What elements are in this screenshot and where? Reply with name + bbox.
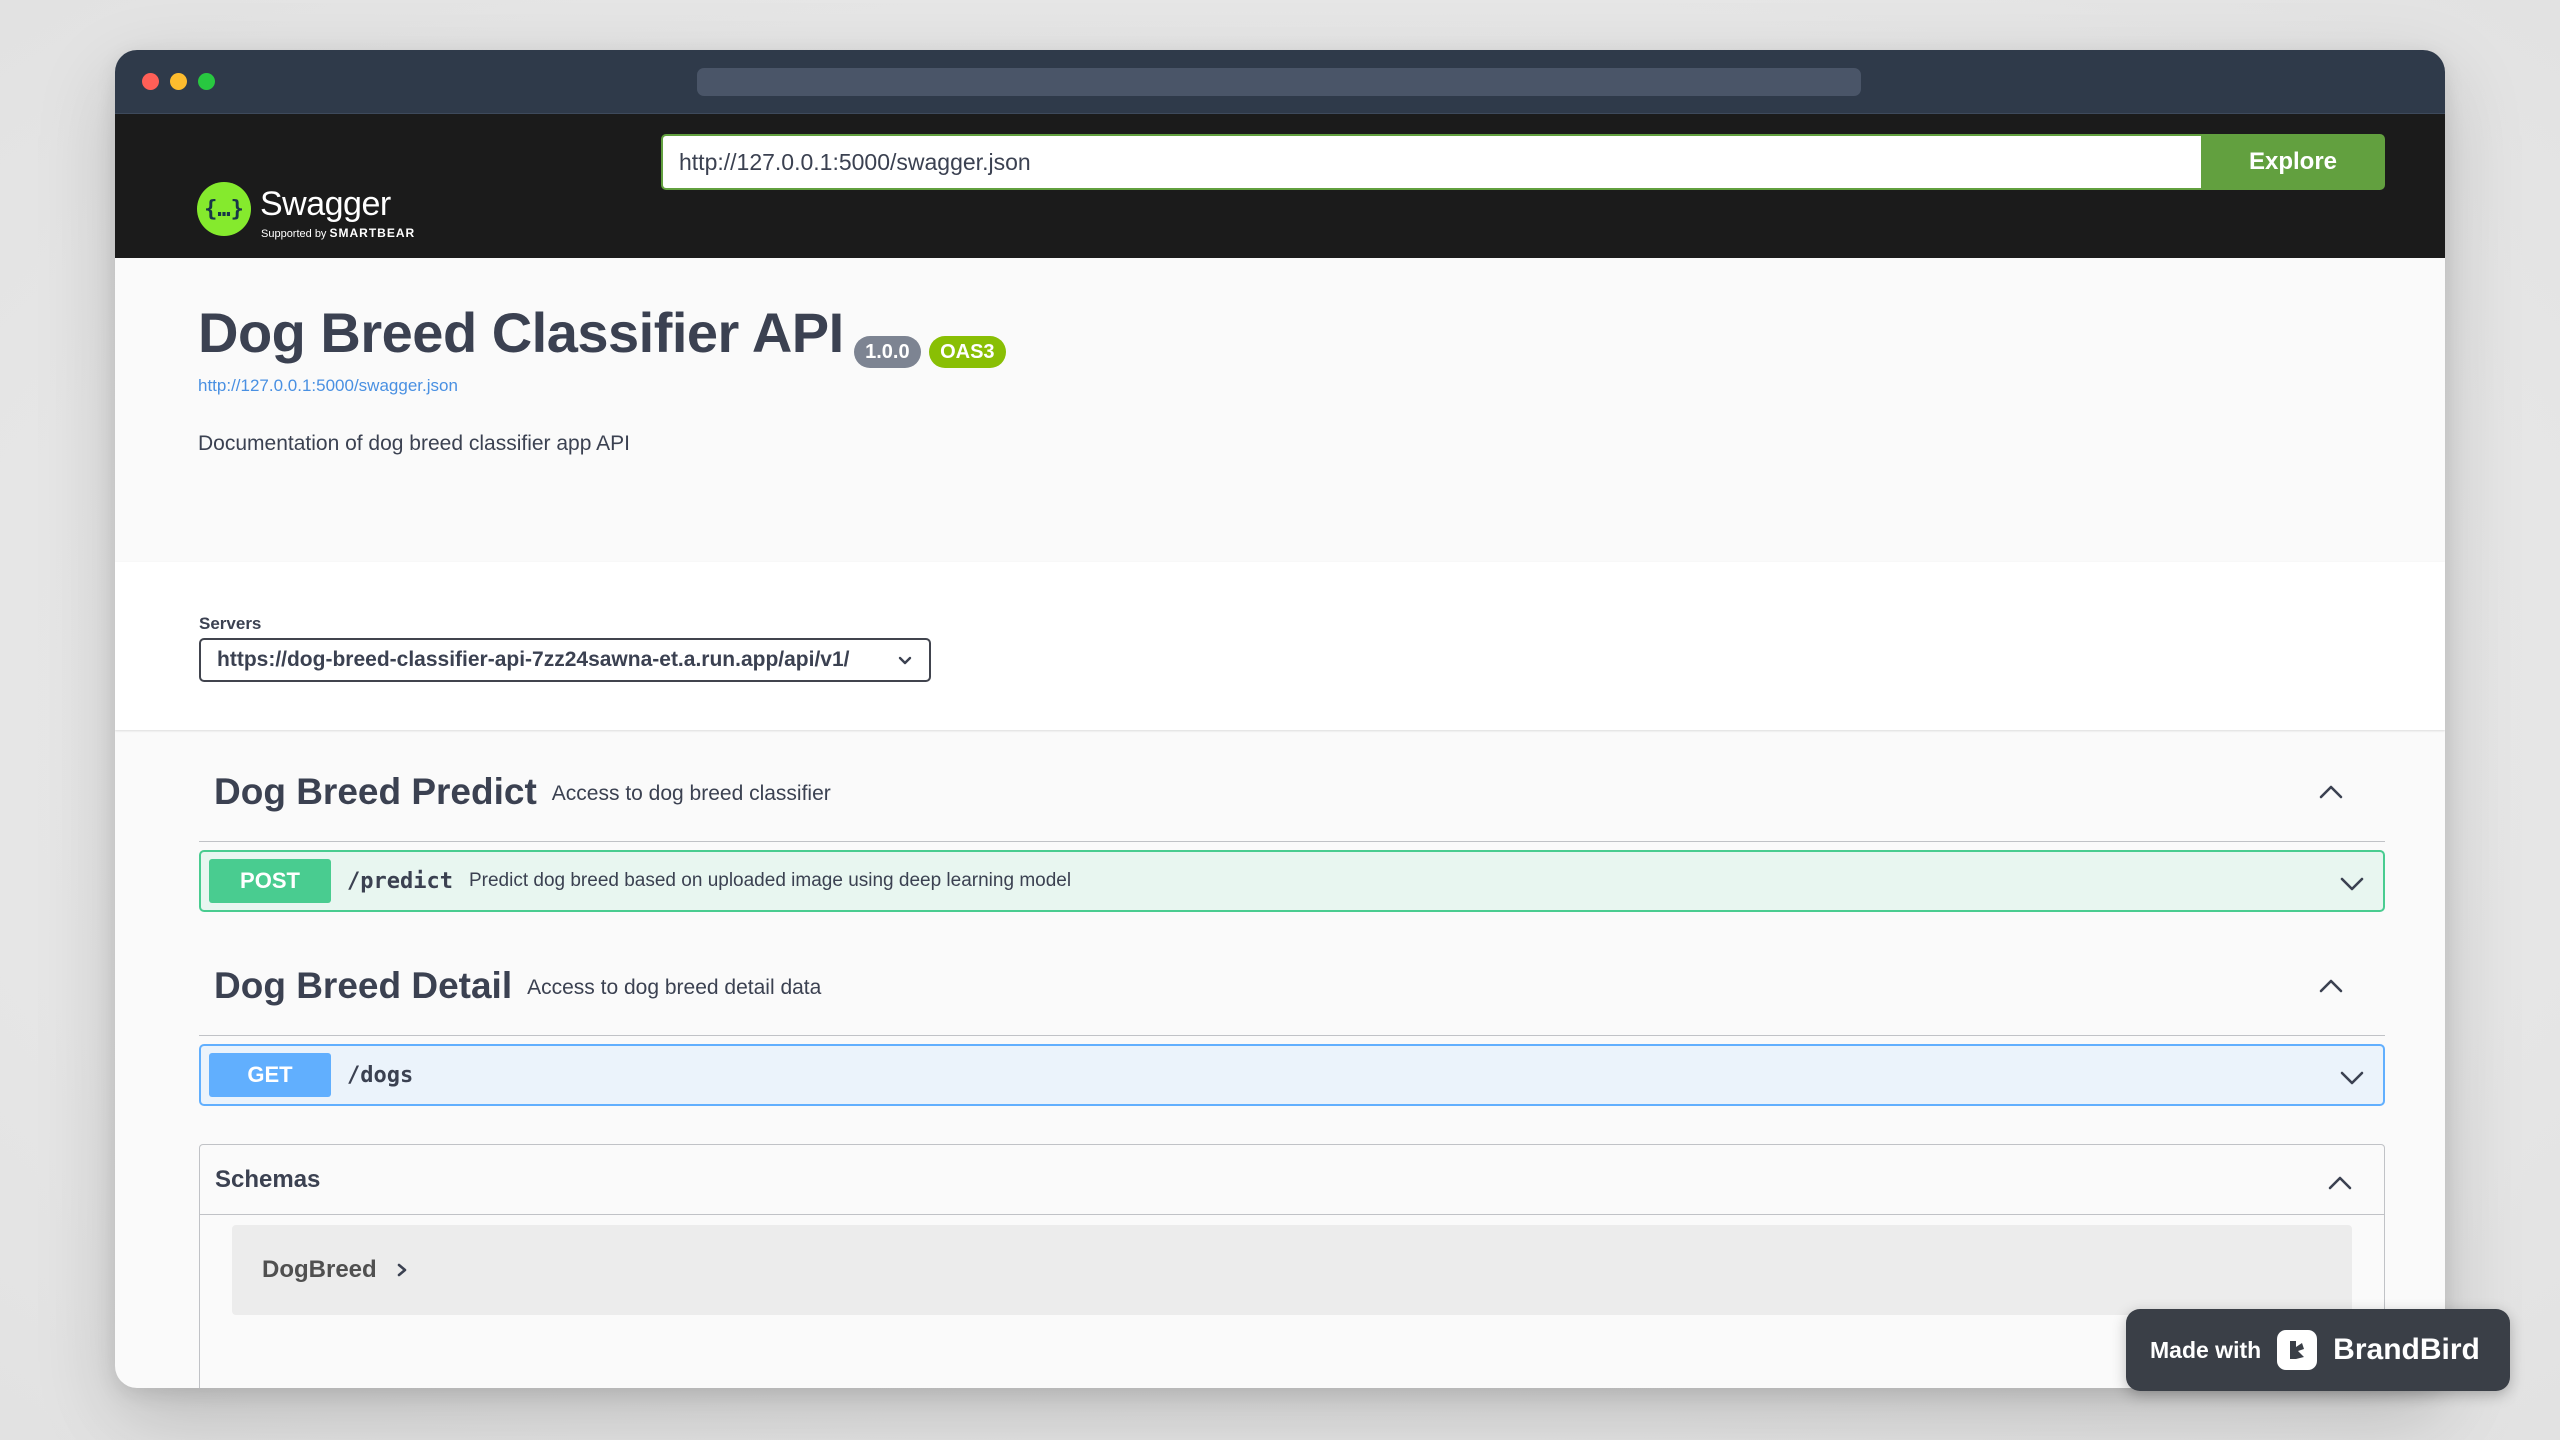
chevron-down-icon[interactable] [2339, 871, 2365, 897]
chevron-up-icon[interactable] [2326, 1169, 2354, 1197]
minimize-window-button[interactable] [170, 73, 187, 90]
spec-url-input[interactable] [661, 134, 2201, 190]
tag-section-dog-breed-predict: Dog Breed Predict Access to dog breed cl… [199, 742, 2385, 912]
tag-name: Dog Breed Predict [214, 770, 537, 812]
version-badge: 1.0.0 [854, 336, 921, 368]
method-badge-get: GET [209, 1053, 331, 1097]
spec-link[interactable]: http://127.0.0.1:5000/swagger.json [198, 376, 2298, 396]
operation-path: /predict [347, 868, 453, 894]
oas-badge: OAS3 [929, 336, 1006, 368]
servers-select[interactable]: https://dog-breed-classifier-api-7zz24sa… [199, 638, 931, 682]
tag-description: Access to dog breed classifier [551, 781, 831, 805]
model-dogbreed[interactable]: DogBreed [232, 1225, 2352, 1315]
api-title: Dog Breed Classifier API [198, 301, 844, 364]
operation-post-predict[interactable]: POST /predict Predict dog breed based on… [199, 850, 2385, 912]
title-bar [115, 50, 2445, 114]
api-info: Dog Breed Classifier API 1.0.0 OAS3 http… [198, 300, 2298, 456]
chevron-down-icon[interactable] [2339, 1065, 2365, 1091]
watermark-brand: BrandBird [2333, 1333, 2480, 1366]
address-bar[interactable] [697, 68, 1861, 96]
brandbird-logo-icon [2277, 1330, 2318, 1370]
tag-section-dog-breed-detail: Dog Breed Detail Access to dog breed det… [199, 936, 2385, 1106]
tag-header[interactable]: Dog Breed Predict Access to dog breed cl… [199, 742, 2385, 842]
maximize-window-button[interactable] [198, 73, 215, 90]
tag-name: Dog Breed Detail [214, 964, 513, 1006]
method-badge-post: POST [209, 859, 331, 903]
schemas-section: Schemas DogBreed [199, 1144, 2385, 1388]
operation-get-dogs[interactable]: GET /dogs [199, 1044, 2385, 1106]
logo-subtext: Supported by SMARTBEAR [261, 226, 416, 240]
servers-label: Servers [199, 614, 262, 633]
operation-summary: Predict dog breed based on uploaded imag… [468, 870, 1072, 891]
swagger-logo[interactable]: {…} Swagger Supported by SMARTBEAR [197, 182, 437, 246]
made-with-watermark[interactable]: Made with BrandBird [2126, 1309, 2510, 1391]
explore-button[interactable]: Explore [2201, 134, 2385, 190]
logo-text: Swagger [260, 185, 391, 223]
schemas-header[interactable]: Schemas [200, 1145, 2384, 1215]
explore-form: Explore [661, 134, 2385, 190]
servers-section: Servers https://dog-breed-classifier-api… [115, 562, 2445, 730]
browser-window: {…} Swagger Supported by SMARTBEAR Dog B… [115, 50, 2445, 1388]
model-name: DogBreed [262, 1256, 377, 1283]
chevron-right-icon [397, 1263, 406, 1277]
operation-path: /dogs [347, 1062, 414, 1088]
close-window-button[interactable] [142, 73, 159, 90]
watermark-prefix: Made with [2150, 1336, 2262, 1363]
chevron-up-icon[interactable] [2317, 972, 2345, 1000]
chevron-up-icon[interactable] [2317, 778, 2345, 806]
schemas-title: Schemas [215, 1165, 321, 1193]
chevron-down-icon [898, 656, 912, 665]
tag-description: Access to dog breed detail data [527, 975, 822, 999]
api-description: Documentation of dog breed classifier ap… [198, 432, 630, 455]
tag-header[interactable]: Dog Breed Detail Access to dog breed det… [199, 936, 2385, 1036]
servers-selected-value: https://dog-breed-classifier-api-7zz24sa… [217, 648, 850, 671]
swagger-logo-icon: {…} [197, 182, 251, 236]
